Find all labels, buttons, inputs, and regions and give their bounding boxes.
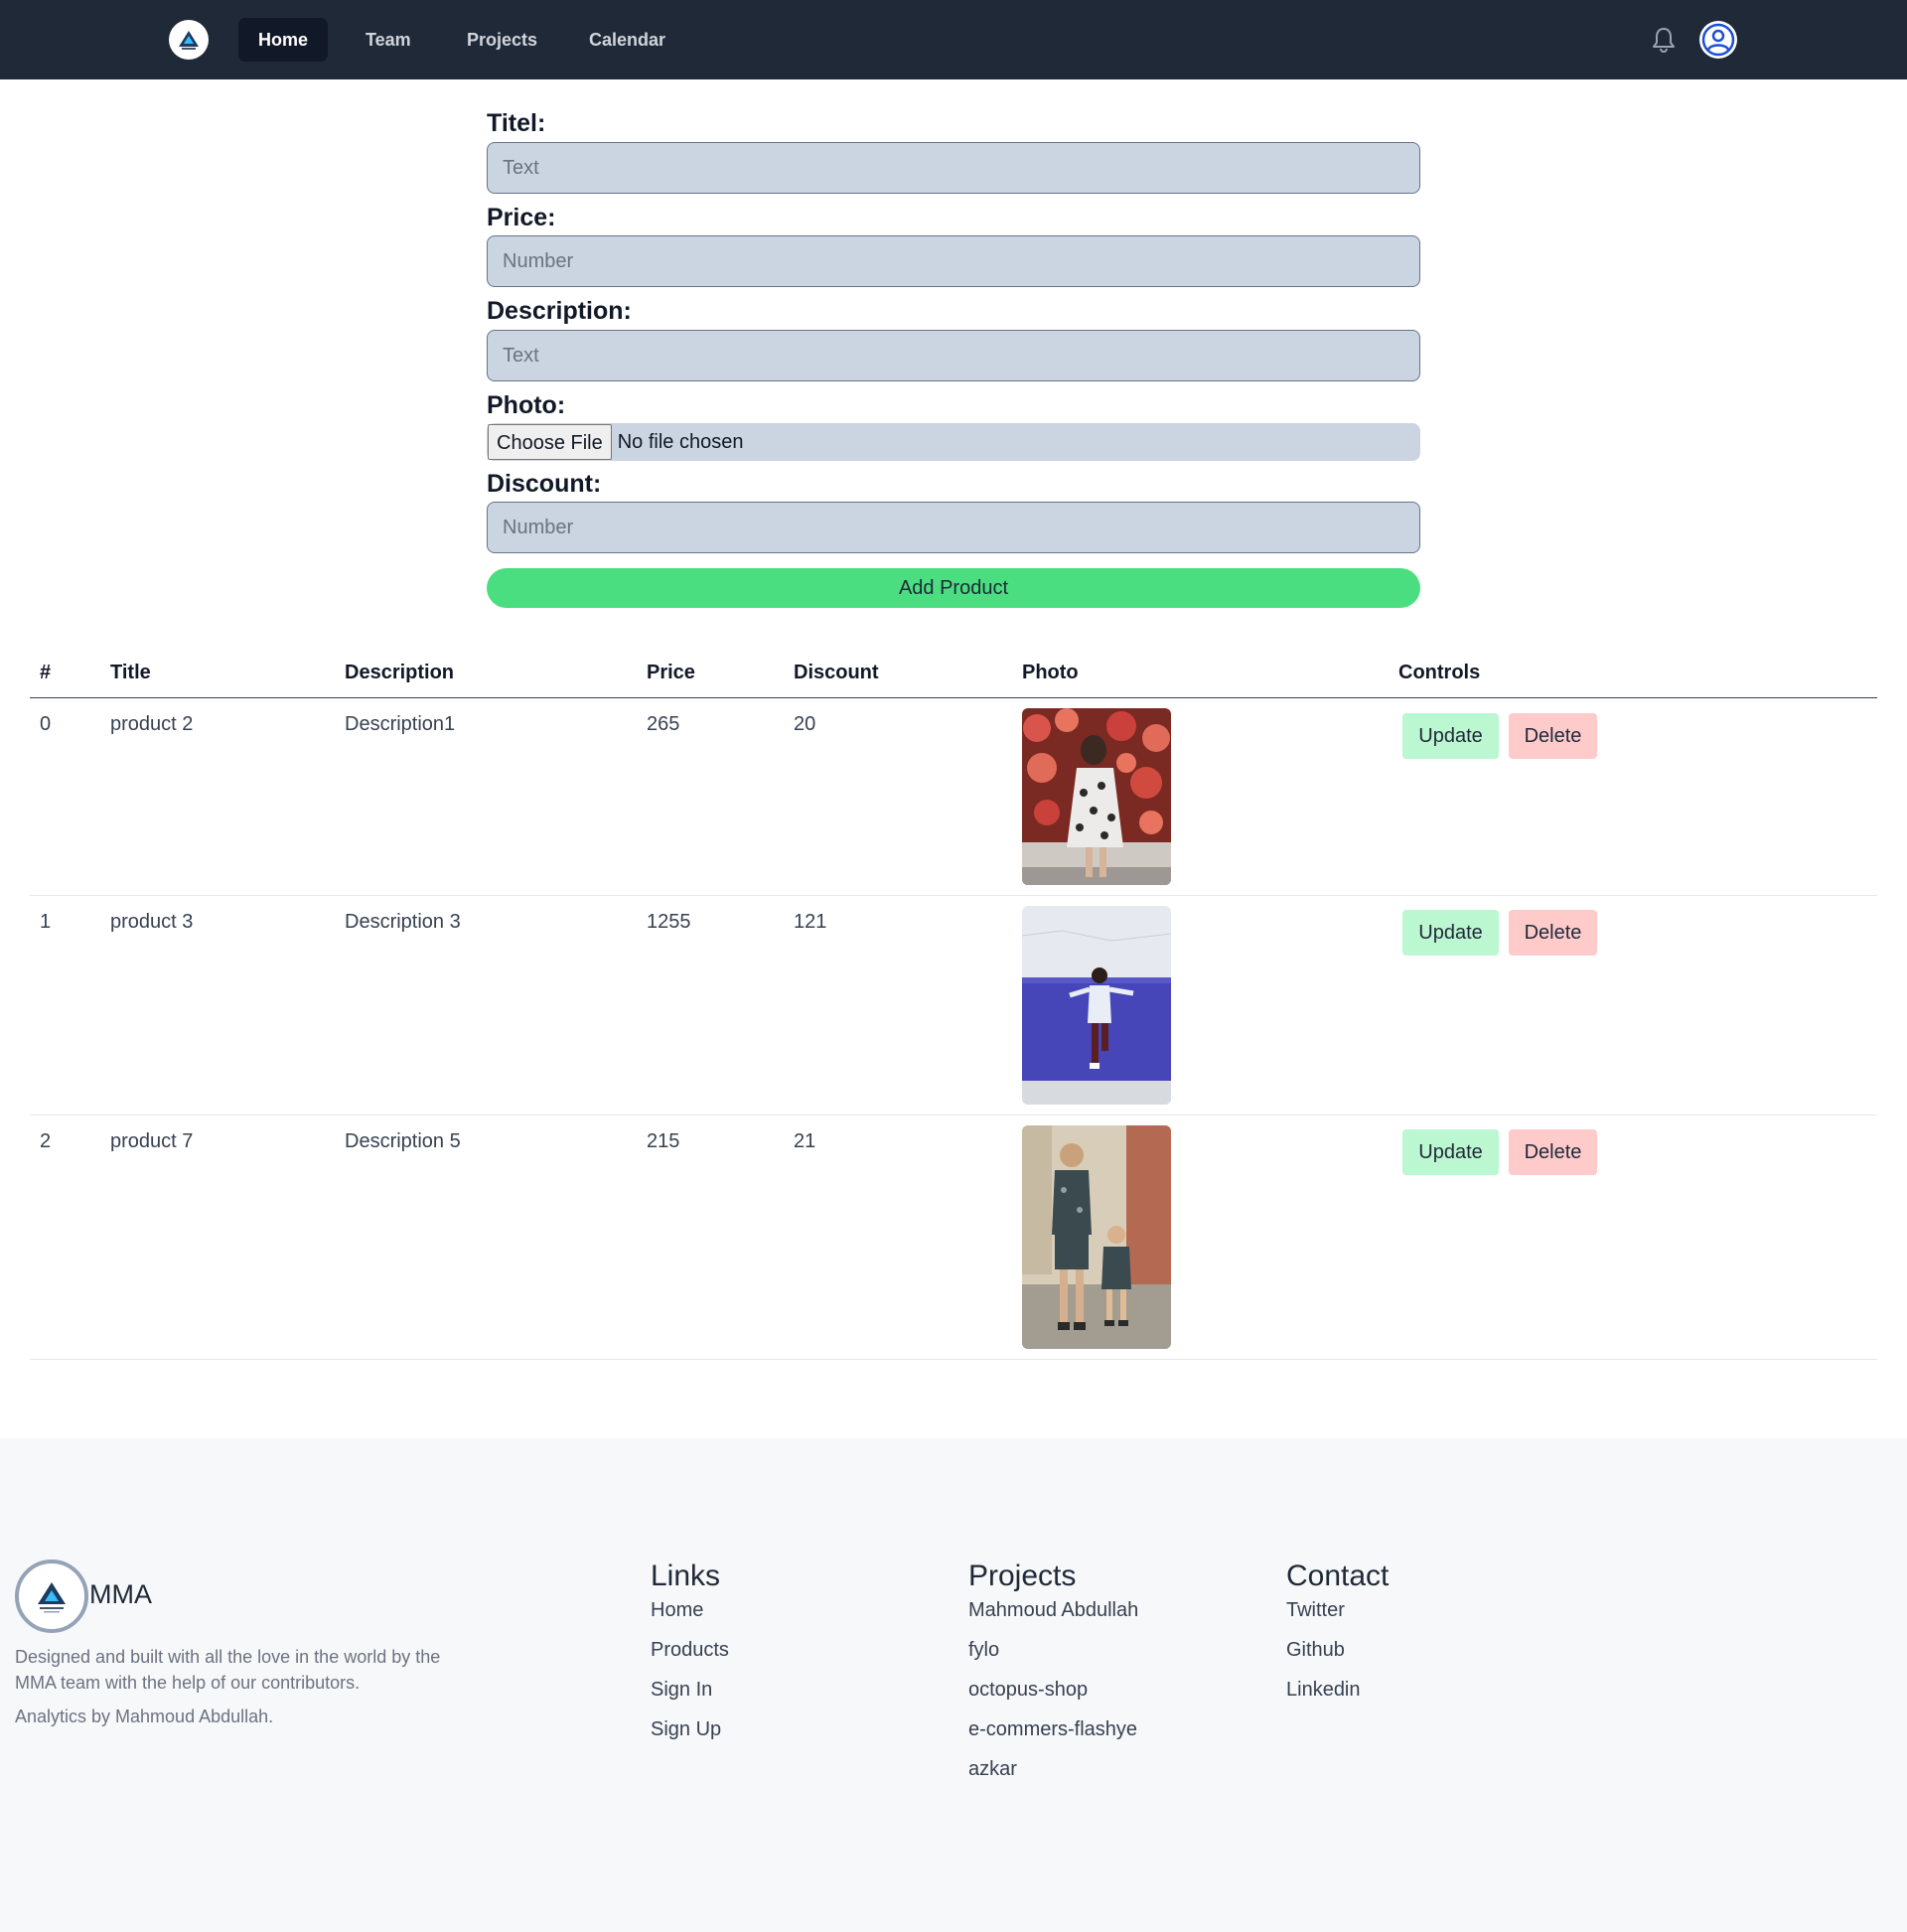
girl-polka-dot-dress-photo-icon xyxy=(1022,708,1171,885)
description-label: Description: xyxy=(487,297,632,325)
file-status: No file chosen xyxy=(617,430,744,453)
footer-projects-heading: Projects xyxy=(968,1560,1077,1592)
row-discount: 20 xyxy=(794,713,816,735)
row-title: product 3 xyxy=(110,911,194,933)
column-header-price: Price xyxy=(647,662,695,683)
user-avatar-icon[interactable] xyxy=(1698,20,1738,60)
nav-home[interactable]: Home xyxy=(238,18,329,62)
row-title: product 7 xyxy=(110,1130,194,1152)
row-discount: 21 xyxy=(794,1130,816,1152)
add-product-button[interactable]: Add Product xyxy=(487,568,1420,608)
column-header-title: Title xyxy=(110,662,151,683)
footer-links-heading: Links xyxy=(651,1560,721,1592)
mountain-logo-icon xyxy=(179,31,199,50)
footer-link-products[interactable]: Products xyxy=(651,1639,729,1662)
row-price: 265 xyxy=(647,713,680,735)
row-price: 1255 xyxy=(647,911,691,933)
delete-button[interactable]: Delete xyxy=(1509,1129,1597,1175)
footer-logo[interactable] xyxy=(15,1560,88,1633)
delete-button[interactable]: Delete xyxy=(1509,713,1597,759)
footer-project-link[interactable]: fylo xyxy=(968,1639,999,1662)
product-photo xyxy=(1022,1125,1171,1349)
update-button[interactable]: Update xyxy=(1402,713,1499,759)
row-index: 1 xyxy=(40,911,52,933)
footer: MMA Designed and built with all the love… xyxy=(0,1438,1907,1932)
footer-project-link[interactable]: azkar xyxy=(968,1758,1017,1781)
column-header-controls: Controls xyxy=(1398,662,1481,683)
row-divider xyxy=(30,1359,1877,1360)
title-input[interactable] xyxy=(487,142,1420,194)
footer-description: Designed and built with all the love in … xyxy=(15,1647,441,1693)
price-input[interactable] xyxy=(487,235,1420,287)
nav-calendar[interactable]: Calendar xyxy=(569,18,685,62)
footer-project-link[interactable]: octopus-shop xyxy=(968,1679,1088,1702)
footer-link-sign-up[interactable]: Sign Up xyxy=(651,1718,721,1741)
footer-project-link[interactable]: e-commers-flashye xyxy=(968,1718,1137,1741)
row-divider xyxy=(30,895,1877,896)
choose-file-button[interactable]: Choose File xyxy=(488,424,612,460)
row-description: Description 3 xyxy=(345,911,461,933)
footer-link-sign-in[interactable]: Sign In xyxy=(651,1679,712,1702)
delete-button[interactable]: Delete xyxy=(1509,910,1597,956)
footer-contact-heading: Contact xyxy=(1286,1560,1390,1592)
description-input[interactable] xyxy=(487,330,1420,381)
footer-analytics: Analytics by Mahmoud Abdullah. xyxy=(15,1707,274,1726)
row-description: Description1 xyxy=(345,713,456,735)
table-header-divider xyxy=(30,697,1877,698)
footer-contact-twitter[interactable]: Twitter xyxy=(1286,1599,1345,1622)
nav-team[interactable]: Team xyxy=(346,18,431,62)
top-navbar: Home Team Projects Calendar xyxy=(0,0,1907,79)
row-index: 2 xyxy=(40,1130,52,1152)
mountain-logo-icon xyxy=(38,1582,66,1613)
child-blue-wall-photo-icon xyxy=(1022,906,1171,1105)
row-price: 215 xyxy=(647,1130,680,1152)
update-button[interactable]: Update xyxy=(1402,910,1499,956)
row-description: Description 5 xyxy=(345,1130,461,1152)
discount-input[interactable] xyxy=(487,502,1420,553)
product-photo xyxy=(1022,906,1171,1105)
row-discount: 121 xyxy=(794,911,827,933)
column-header-photo: Photo xyxy=(1022,662,1079,683)
price-label: Price: xyxy=(487,204,556,231)
discount-label: Discount: xyxy=(487,470,602,498)
title-label: Titel: xyxy=(487,109,546,137)
row-title: product 2 xyxy=(110,713,194,735)
column-header-index: # xyxy=(40,662,52,683)
update-button[interactable]: Update xyxy=(1402,1129,1499,1175)
row-index: 0 xyxy=(40,713,52,735)
brand-logo[interactable] xyxy=(169,20,209,60)
footer-project-link[interactable]: Mahmoud Abdullah xyxy=(968,1599,1138,1622)
two-boys-street-photo-icon xyxy=(1022,1125,1171,1349)
column-header-discount: Discount xyxy=(794,662,879,683)
bell-icon[interactable] xyxy=(1651,26,1677,54)
product-photo xyxy=(1022,708,1171,885)
photo-file-input[interactable]: Choose File No file chosen xyxy=(487,423,1420,461)
column-header-description: Description xyxy=(345,662,455,683)
nav-projects[interactable]: Projects xyxy=(447,18,557,62)
footer-link-home[interactable]: Home xyxy=(651,1599,703,1622)
footer-contact-github[interactable]: Github xyxy=(1286,1639,1345,1662)
footer-contact-linkedin[interactable]: Linkedin xyxy=(1286,1679,1361,1702)
footer-brand-name: MMA xyxy=(89,1579,152,1609)
photo-label: Photo: xyxy=(487,391,566,419)
